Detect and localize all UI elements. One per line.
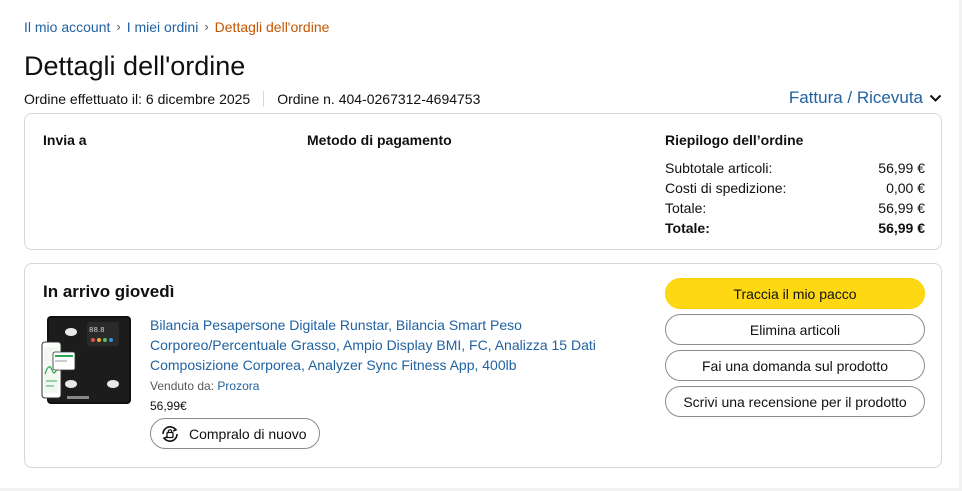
order-summary-heading: Riepilogo dell’ordine — [665, 132, 804, 148]
delivery-status: In arrivo giovedì — [43, 282, 175, 301]
summary-value: 0,00 € — [886, 180, 925, 196]
sold-by-label: Venduto da: — [150, 379, 215, 393]
seller-link[interactable]: Prozora — [217, 379, 259, 393]
delete-items-button[interactable]: Elimina articoli — [665, 314, 925, 345]
summary-row-shipping: Costi di spedizione: 0,00 € — [665, 179, 925, 197]
shipment-box: In arrivo giovedì 88.8 Bilancia Pesapers… — [24, 263, 942, 468]
breadcrumb-separator: › — [204, 19, 209, 34]
summary-label: Totale: — [665, 200, 707, 216]
order-number: Ordine n. 404-0267312-4694753 — [277, 91, 481, 107]
summary-label: Subtotale articoli: — [665, 160, 773, 176]
order-summary-box: Invia a Metodo di pagamento Riepilogo de… — [24, 113, 942, 250]
order-meta: Ordine effettuato il: 6 dicembre 2025 Or… — [24, 90, 480, 108]
summary-row-subtotal: Subtotale articoli: 56,99 € — [665, 159, 925, 177]
ask-question-button[interactable]: Fai una domanda sul prodotto — [665, 350, 925, 381]
product-price: 56,99€ — [150, 399, 187, 413]
write-review-button[interactable]: Scrivi una recensione per il prodotto — [665, 386, 925, 417]
buy-again-button[interactable]: Compralo di nuovo — [150, 418, 320, 449]
breadcrumb-current: Dettagli dell'ordine — [214, 19, 330, 35]
buy-again-label: Compralo di nuovo — [189, 425, 307, 442]
breadcrumb-separator: › — [116, 19, 121, 34]
breadcrumb: Il mio account › I miei ordini › Dettagl… — [24, 18, 329, 36]
summary-row-total: Totale: 56,99 € — [665, 199, 925, 217]
product-image[interactable]: 88.8 — [41, 312, 133, 408]
summary-value: 56,99 € — [878, 200, 925, 216]
svg-text:88.8: 88.8 — [89, 326, 105, 334]
summary-row-grand-total: Totale: 56,99 € — [665, 219, 925, 237]
invoice-label: Fattura / Ricevuta — [788, 88, 923, 107]
breadcrumb-my-account[interactable]: Il mio account — [24, 18, 110, 36]
track-package-button[interactable]: Traccia il mio pacco — [665, 278, 925, 309]
invoice-dropdown[interactable]: Fattura / Ricevuta — [789, 87, 942, 109]
ship-to-heading: Invia a — [43, 132, 87, 148]
page-title: Dettagli dell'ordine — [24, 51, 246, 81]
chevron-down-icon — [929, 94, 942, 102]
summary-value: 56,99 € — [878, 220, 925, 236]
sold-by: Venduto da: Prozora — [150, 378, 259, 394]
order-date: Ordine effettuato il: 6 dicembre 2025 — [24, 91, 251, 107]
summary-value: 56,99 € — [878, 160, 925, 176]
summary-label: Costi di spedizione: — [665, 180, 787, 196]
summary-label: Totale: — [665, 220, 710, 236]
meta-divider — [263, 91, 265, 107]
buy-again-icon — [162, 425, 178, 442]
payment-method-heading: Metodo di pagamento — [307, 132, 452, 148]
product-title-link[interactable]: Bilancia Pesapersone Digitale Runstar, B… — [150, 315, 620, 375]
breadcrumb-my-orders[interactable]: I miei ordini — [127, 18, 199, 36]
